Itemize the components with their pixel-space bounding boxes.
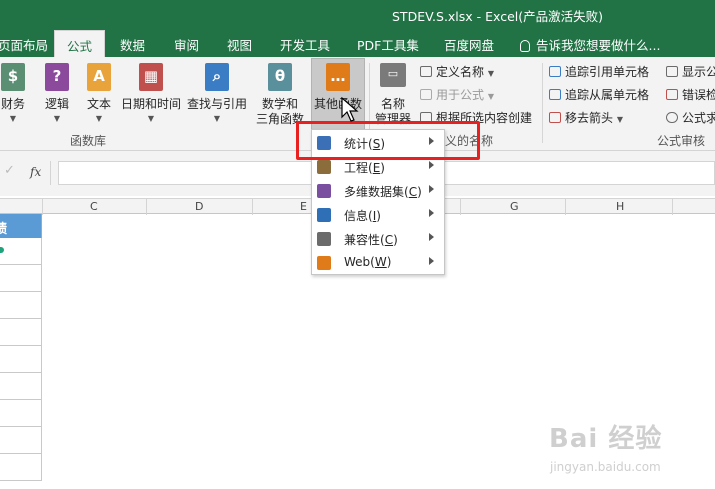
- column-header-e[interactable]: E: [300, 200, 307, 213]
- watermark: Bai 经验: [549, 424, 663, 454]
- table-cell[interactable]: [0, 265, 42, 292]
- menu-item-cube[interactable]: 多维数据集(C): [312, 179, 444, 203]
- chevron-right-icon: [429, 161, 434, 169]
- window-title: STDEV.S.xlsx - Excel(产品激活失败): [392, 9, 604, 24]
- column-header-c[interactable]: C: [90, 200, 98, 213]
- calendar-icon: ▦: [139, 63, 163, 91]
- tag-icon: [420, 66, 432, 77]
- finance-icon: $: [1, 63, 25, 91]
- menu-item-information[interactable]: 信息(I): [312, 203, 444, 227]
- tab-developer[interactable]: 开发工具: [280, 35, 330, 54]
- chevron-down-icon: ▼: [213, 114, 221, 123]
- grid-line: [146, 199, 147, 215]
- mouse-cursor-icon: [341, 97, 359, 122]
- status-dot: [0, 247, 4, 253]
- remove-arrows-icon: [549, 112, 561, 123]
- grid-line: [252, 199, 253, 215]
- divider: [50, 161, 51, 185]
- table-cell[interactable]: [0, 373, 42, 400]
- tell-me-box[interactable]: 告诉我您想要做什么...: [520, 35, 660, 54]
- more-functions-icon: …: [326, 63, 350, 91]
- lookup-button[interactable]: ⌕ 查找与引用 ▼: [186, 63, 248, 123]
- group-divider: [542, 63, 543, 143]
- finance-button[interactable]: $ 财务 ▼: [0, 63, 30, 123]
- menu-item-compatibility[interactable]: 兼容性(C): [312, 227, 444, 251]
- title-bar: STDEV.S.xlsx - Excel(产品激活失败): [0, 0, 715, 28]
- trace-arrow-icon: [549, 89, 561, 100]
- theta-icon: θ: [268, 63, 292, 91]
- text-icon: A: [87, 63, 111, 91]
- use-in-formula-button[interactable]: 用于公式 ▼: [420, 86, 494, 103]
- math-trig-button[interactable]: θ 数学和 三角函数: [256, 63, 304, 127]
- tell-me-text: 告诉我您想要做什么...: [536, 38, 661, 53]
- engineering-icon: [317, 160, 331, 174]
- menu-item-web[interactable]: Web(W): [312, 251, 444, 275]
- chevron-down-icon: ▼: [147, 114, 155, 123]
- table-cell[interactable]: [0, 292, 42, 319]
- error-checking-button[interactable]: 错误检: [666, 86, 715, 103]
- chevron-right-icon: [429, 233, 434, 241]
- tab-page-layout[interactable]: 页面布局: [0, 35, 48, 54]
- formula-icon: [420, 89, 432, 100]
- chevron-down-icon: ▼: [9, 114, 17, 123]
- chevron-down-icon: ▼: [53, 114, 61, 123]
- lookup-icon: ⌕: [205, 63, 229, 91]
- logic-icon: ?: [45, 63, 69, 91]
- grid-line: [460, 199, 461, 215]
- column-header-h[interactable]: H: [616, 200, 624, 213]
- name-manager-icon: ▭: [380, 63, 406, 87]
- check-icon[interactable]: ✓: [4, 163, 15, 178]
- grid-line: [42, 199, 43, 215]
- highlight-box: [296, 121, 480, 160]
- logic-button[interactable]: ? 逻辑 ▼: [40, 63, 74, 123]
- tab-review[interactable]: 审阅: [174, 35, 199, 54]
- grid-line: [565, 199, 566, 215]
- trace-dependents-button[interactable]: 追踪从属单元格: [549, 86, 649, 103]
- table-cell[interactable]: [0, 319, 42, 346]
- tab-baidu-netdisk[interactable]: 百度网盘: [444, 35, 494, 54]
- web-icon: [317, 256, 331, 270]
- trace-precedents-button[interactable]: 追踪引用单元格: [549, 63, 649, 80]
- show-formulas-icon: [666, 66, 678, 77]
- group-label-function-library: 函数库: [70, 134, 107, 148]
- table-cell[interactable]: [0, 427, 42, 454]
- remove-arrows-button[interactable]: 移去箭头 ▼: [549, 109, 623, 126]
- date-time-button[interactable]: ▦ 日期和时间 ▼: [120, 63, 182, 123]
- chevron-right-icon: [429, 257, 434, 265]
- insert-function-icon[interactable]: fx: [30, 165, 41, 179]
- table-cell[interactable]: [0, 400, 42, 427]
- table-cell[interactable]: [0, 346, 42, 373]
- grid-line: [672, 199, 673, 215]
- text-button[interactable]: A 文本 ▼: [82, 63, 116, 123]
- table-cell[interactable]: [0, 238, 42, 265]
- tab-data[interactable]: 数据: [120, 35, 145, 54]
- chevron-right-icon: [429, 209, 434, 217]
- watermark-url: jingyan.baidu.com: [550, 460, 661, 474]
- tab-pdf-tools[interactable]: PDF工具集: [357, 35, 419, 54]
- show-formulas-button[interactable]: 显示公: [666, 63, 715, 80]
- cube-icon: [317, 184, 331, 198]
- chevron-right-icon: [429, 185, 434, 193]
- fx-circle-icon: [666, 112, 678, 123]
- chevron-down-icon: ▼: [95, 114, 103, 123]
- name-manager-button[interactable]: ▭ 名称 管理器: [374, 63, 412, 127]
- trace-arrow-icon: [549, 66, 561, 77]
- lightbulb-icon: [520, 40, 530, 52]
- ribbon-tabs: 页面布局 公式 数据 审阅 视图 开发工具 PDF工具集 百度网盘 告诉我您想要…: [0, 28, 715, 57]
- evaluate-formula-button[interactable]: 公式求: [666, 109, 715, 126]
- tab-view[interactable]: 视图: [227, 35, 252, 54]
- error-check-icon: [666, 89, 678, 100]
- tab-formulas[interactable]: 公式: [54, 30, 106, 57]
- define-name-button[interactable]: 定义名称 ▼: [420, 63, 494, 80]
- info-icon: [317, 208, 331, 222]
- column-header-g[interactable]: G: [510, 200, 519, 213]
- group-label-formula-auditing: 公式审核: [657, 134, 706, 148]
- compatibility-icon: [317, 232, 331, 246]
- table-header-cell[interactable]: 绩: [0, 214, 42, 238]
- column-header-d[interactable]: D: [195, 200, 203, 213]
- table-cell[interactable]: [0, 454, 42, 481]
